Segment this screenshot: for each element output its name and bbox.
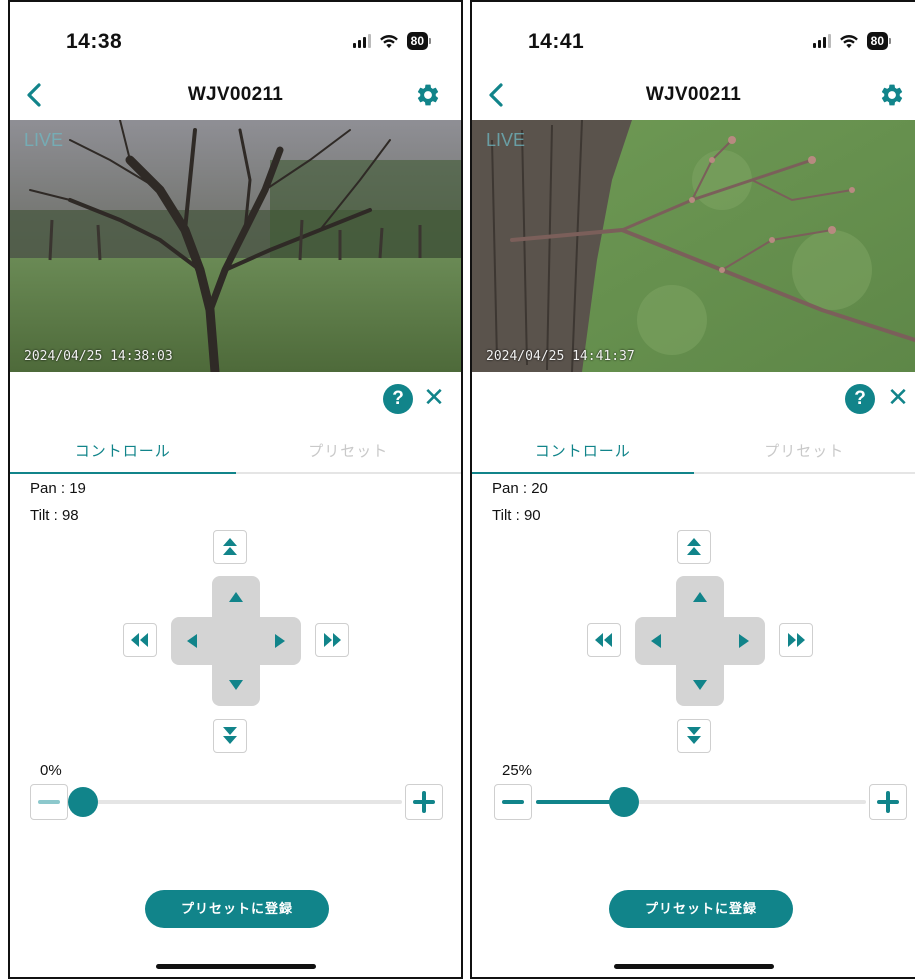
control-tabs: コントロール プリセット bbox=[10, 436, 461, 474]
battery-level: 80 bbox=[866, 32, 888, 50]
zoom-in-button[interactable] bbox=[405, 784, 443, 820]
ptz-control-panel: ? ✕ コントロール プリセット Pan : 20 Tilt : 90 25% … bbox=[472, 374, 915, 977]
camera-title: WJV00211 bbox=[187, 84, 284, 105]
pan-max-right-button[interactable] bbox=[779, 623, 813, 657]
battery-icon: 80 bbox=[406, 32, 431, 50]
tilt-down-button[interactable] bbox=[221, 670, 251, 700]
zoom-out-button[interactable] bbox=[494, 784, 532, 820]
pan-value: 19 bbox=[69, 480, 86, 497]
status-bar: 14:41 80 bbox=[472, 2, 915, 72]
status-time: 14:41 bbox=[528, 30, 585, 53]
tilt-label: Tilt : bbox=[492, 507, 524, 524]
tilt-max-up-button[interactable] bbox=[677, 530, 711, 564]
zoom-slider-thumb[interactable] bbox=[68, 787, 98, 817]
close-icon[interactable]: ✕ bbox=[883, 382, 913, 412]
help-icon[interactable]: ? bbox=[383, 384, 413, 414]
tilt-down-button[interactable] bbox=[685, 670, 715, 700]
pan-max-left-button[interactable] bbox=[123, 623, 157, 657]
tab-control[interactable]: コントロール bbox=[10, 436, 236, 472]
camera-image bbox=[472, 120, 915, 372]
home-indicator bbox=[155, 964, 316, 969]
navigation-bar: WJV00211 bbox=[472, 74, 915, 118]
live-video-feed[interactable]: LIVE 2024/04/25 14:41:37 bbox=[472, 120, 915, 372]
zoom-slider-track[interactable] bbox=[72, 800, 402, 804]
video-timestamp: 2024/04/25 14:38:03 bbox=[24, 349, 173, 364]
battery-level: 80 bbox=[406, 32, 428, 50]
live-label: LIVE bbox=[486, 130, 526, 150]
gear-icon[interactable] bbox=[415, 82, 441, 108]
pan-readout: Pan : 20 bbox=[492, 480, 548, 497]
live-label: LIVE bbox=[24, 130, 64, 150]
register-preset-button[interactable]: プリセットに登録 bbox=[609, 890, 793, 928]
zoom-out-button[interactable] bbox=[30, 784, 68, 820]
video-timestamp: 2024/04/25 14:41:37 bbox=[486, 349, 635, 364]
register-preset-button[interactable]: プリセットに登録 bbox=[145, 890, 329, 928]
tilt-label: Tilt : bbox=[30, 507, 62, 524]
pan-left-button[interactable] bbox=[641, 626, 671, 656]
status-time: 14:38 bbox=[66, 30, 123, 53]
pan-max-right-button[interactable] bbox=[315, 623, 349, 657]
tab-preset[interactable]: プリセット bbox=[236, 436, 462, 472]
pan-label: Pan : bbox=[492, 480, 532, 497]
tilt-max-down-button[interactable] bbox=[677, 719, 711, 753]
status-icons: 80 bbox=[812, 32, 891, 50]
active-tab-indicator bbox=[10, 472, 236, 474]
ptz-control-panel: ? ✕ コントロール プリセット Pan : 19 Tilt : 98 0% プ… bbox=[10, 374, 461, 977]
live-video-feed[interactable]: LIVE 2024/04/25 14:38:03 bbox=[10, 120, 461, 372]
status-bar: 14:38 80 bbox=[10, 2, 461, 72]
tilt-readout: Tilt : 90 bbox=[492, 507, 541, 524]
phone-screen-right: 14:41 80 WJV00211 LIVE 2024/04/25 14:41:… bbox=[470, 0, 915, 979]
tilt-value: 90 bbox=[523, 507, 541, 524]
signal-icon bbox=[812, 34, 831, 48]
control-tabs: コントロール プリセット bbox=[472, 436, 915, 474]
pan-value: 20 bbox=[531, 480, 548, 497]
phone-screen-left: 14:38 80 WJV00211 LIVE 2024/04/25 14:38:… bbox=[8, 0, 463, 979]
wifi-icon bbox=[839, 35, 858, 49]
home-indicator bbox=[613, 964, 774, 969]
zoom-percent: 0% bbox=[40, 762, 62, 779]
gear-icon[interactable] bbox=[879, 82, 905, 108]
tilt-readout: Tilt : 98 bbox=[30, 507, 79, 524]
navigation-bar: WJV00211 bbox=[10, 74, 461, 118]
tilt-max-up-button[interactable] bbox=[213, 530, 247, 564]
camera-title: WJV00211 bbox=[645, 84, 742, 105]
tab-preset[interactable]: プリセット bbox=[694, 436, 915, 472]
battery-icon: 80 bbox=[866, 32, 891, 50]
camera-image bbox=[10, 120, 461, 372]
tilt-max-down-button[interactable] bbox=[213, 719, 247, 753]
tilt-up-button[interactable] bbox=[685, 582, 715, 612]
pan-label: Pan : bbox=[30, 480, 70, 497]
pan-max-left-button[interactable] bbox=[587, 623, 621, 657]
zoom-percent: 25% bbox=[502, 762, 533, 779]
tilt-value: 98 bbox=[61, 507, 79, 524]
zoom-slider-thumb[interactable] bbox=[609, 787, 639, 817]
pan-right-button[interactable] bbox=[265, 626, 295, 656]
pan-right-button[interactable] bbox=[729, 626, 759, 656]
tilt-up-button[interactable] bbox=[221, 582, 251, 612]
status-icons: 80 bbox=[352, 32, 431, 50]
wifi-icon bbox=[379, 35, 398, 49]
help-icon[interactable]: ? bbox=[845, 384, 875, 414]
tab-control[interactable]: コントロール bbox=[472, 436, 694, 472]
signal-icon bbox=[352, 34, 371, 48]
pan-left-button[interactable] bbox=[177, 626, 207, 656]
pan-readout: Pan : 19 bbox=[30, 480, 86, 497]
close-icon[interactable]: ✕ bbox=[419, 382, 449, 412]
zoom-in-button[interactable] bbox=[869, 784, 907, 820]
active-tab-indicator bbox=[472, 472, 694, 474]
